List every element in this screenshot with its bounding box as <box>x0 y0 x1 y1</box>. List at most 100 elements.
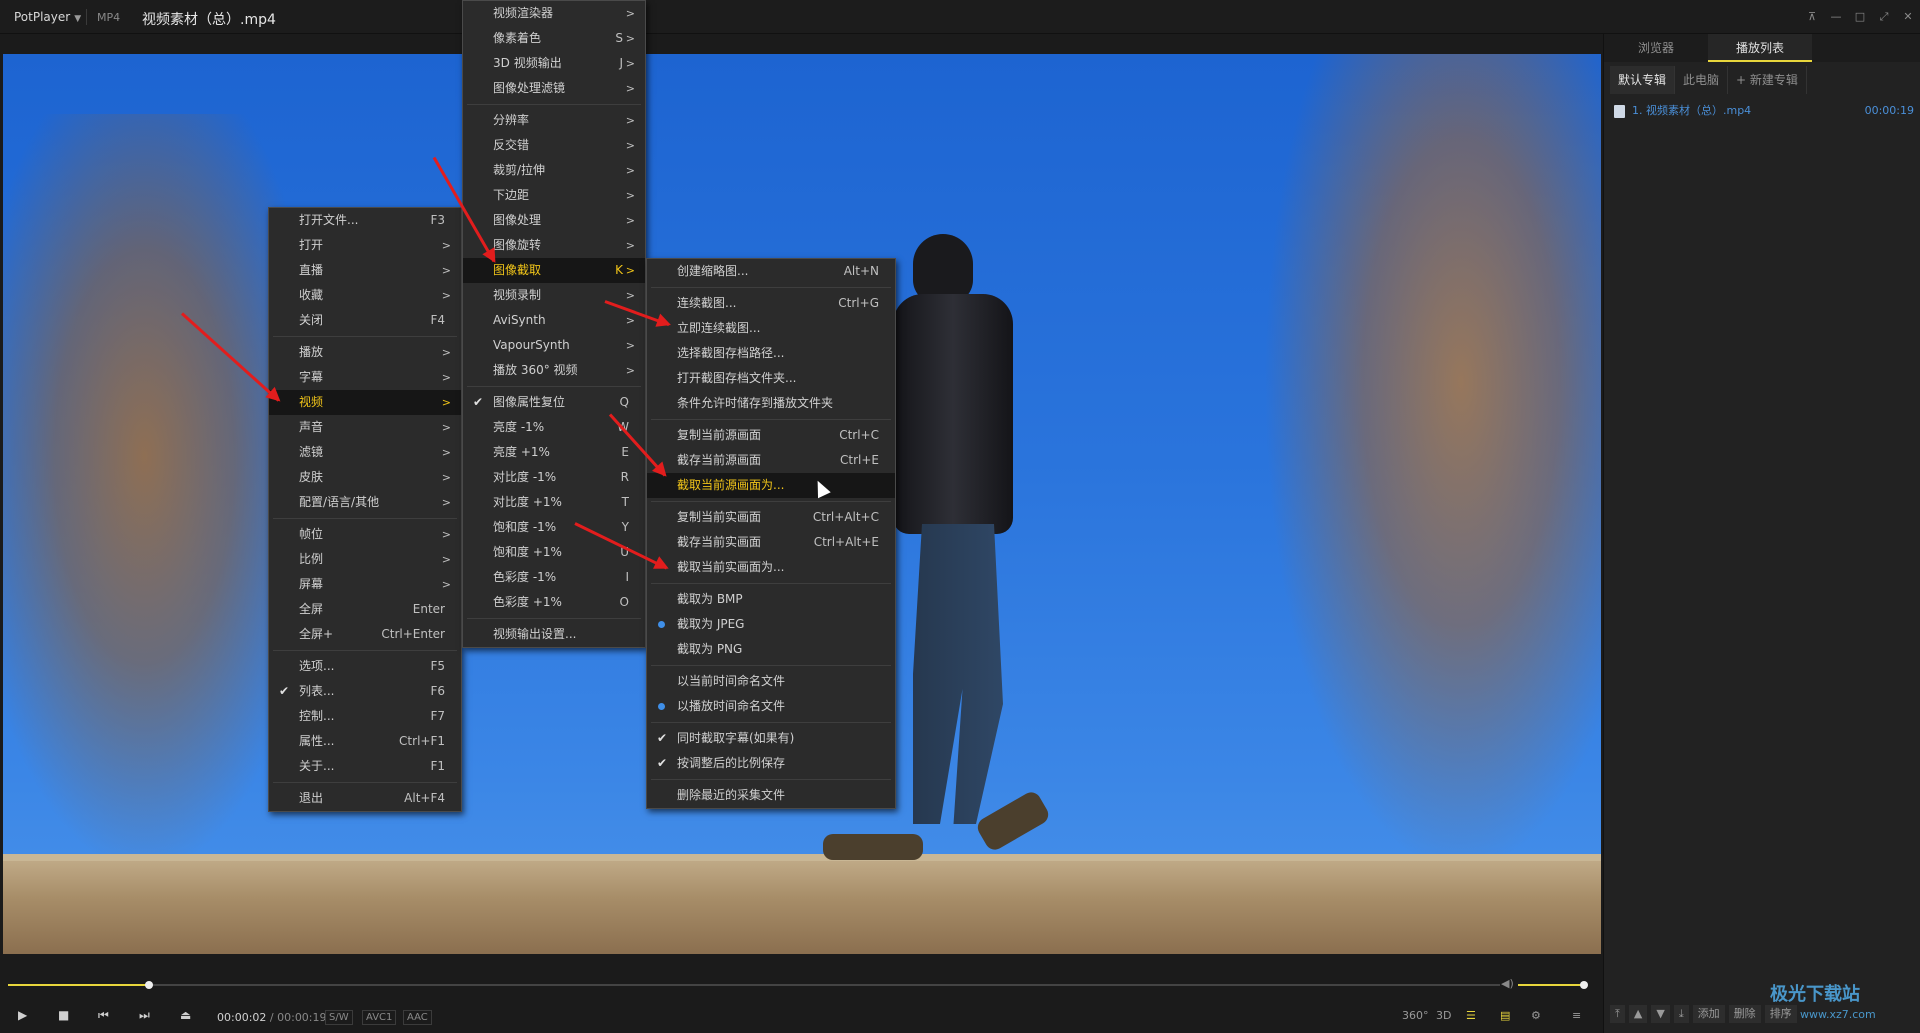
video-menu-item[interactable]: 视频渲染器 > <box>463 1 645 26</box>
video-menu-item[interactable]: 对比度 -1% R <box>463 465 645 490</box>
main-menu-item[interactable]: 声音 > <box>269 415 461 440</box>
main-menu-item[interactable]: 全屏 Enter <box>269 597 461 622</box>
main-menu-item[interactable]: 直播 > <box>269 258 461 283</box>
capture-menu-item[interactable]: ✔ 按调整后的比例保存 <box>647 751 895 776</box>
capture-menu-item[interactable]: 打开截图存档文件夹... <box>647 366 895 391</box>
video-menu-item[interactable]: 图像处理 > <box>463 208 645 233</box>
equalizer-icon[interactable]: ☰ <box>1466 1009 1476 1022</box>
move-down-icon[interactable]: ▼ <box>1651 1005 1670 1023</box>
capture-menu-item[interactable]: 以播放时间命名文件 <box>647 694 895 719</box>
move-top-icon[interactable]: ⤒ <box>1610 1005 1625 1023</box>
capture-menu-item[interactable]: 截存当前源画面 Ctrl+E <box>647 448 895 473</box>
close-icon[interactable]: ✕ <box>1896 0 1920 34</box>
eject-icon[interactable]: ⏏ <box>180 1008 191 1022</box>
video-menu-item[interactable]: 播放 360° 视频 > <box>463 358 645 383</box>
tag-audio-codec[interactable]: AAC <box>403 1010 432 1025</box>
main-menu-item[interactable]: 收藏 > <box>269 283 461 308</box>
pin-icon[interactable]: ⊼ <box>1800 0 1824 34</box>
capture-menu-item[interactable]: 截取为 BMP <box>647 587 895 612</box>
main-menu-item[interactable]: 退出 Alt+F4 <box>269 786 461 811</box>
maximize-icon[interactable]: □ <box>1848 0 1872 34</box>
tag-video-codec[interactable]: AVC1 <box>362 1010 397 1025</box>
capture-menu-item[interactable]: 创建缩略图... Alt+N <box>647 259 895 284</box>
capture-menu-item[interactable]: 复制当前源画面 Ctrl+C <box>647 423 895 448</box>
video-menu-item[interactable]: 裁剪/拉伸 > <box>463 158 645 183</box>
seek-handle[interactable] <box>145 981 154 989</box>
video-menu-item[interactable]: 亮度 -1%W <box>463 415 645 440</box>
tab-browser[interactable]: 浏览器 <box>1604 34 1708 62</box>
vr360-button[interactable]: 360° <box>1402 1009 1429 1022</box>
stop-icon[interactable]: ■ <box>58 1008 69 1022</box>
app-menu-button[interactable]: PotPlayer ▼ <box>14 10 81 24</box>
video-menu-item[interactable]: 下边距 > <box>463 183 645 208</box>
video-menu-item[interactable]: 像素着色 S > <box>463 26 645 51</box>
fullscreen-icon[interactable]: ⤢ <box>1872 0 1896 34</box>
capture-menu-item[interactable]: 截取为 JPEG <box>647 612 895 637</box>
move-up-icon[interactable]: ▲ <box>1628 1005 1648 1023</box>
capture-menu-item[interactable]: 删除最近的采集文件 <box>647 783 895 808</box>
capture-menu-item[interactable]: 截存当前实画面 Ctrl+Alt+E <box>647 530 895 555</box>
volume-handle[interactable] <box>1580 981 1588 989</box>
capture-menu-item[interactable]: 截取当前实画面为... <box>647 555 895 580</box>
seek-bar[interactable] <box>8 981 1500 989</box>
delete-button[interactable]: 删除 <box>1728 1005 1761 1023</box>
next-icon[interactable]: ⏭ <box>139 1008 150 1023</box>
3d-button[interactable]: 3D <box>1436 1009 1451 1022</box>
album-new[interactable]: + 新建专辑 <box>1728 66 1807 94</box>
video-menu-item[interactable]: 饱和度 -1% Y <box>463 515 645 540</box>
main-menu-item[interactable]: 帧位 > <box>269 522 461 547</box>
video-menu-item[interactable]: VapourSynth > <box>463 333 645 358</box>
playlist-item[interactable]: 1. 视频素材（总）.mp4 00:00:19 <box>1610 100 1916 122</box>
video-menu-item[interactable]: 反交错 > <box>463 133 645 158</box>
play-icon[interactable]: ▶ <box>18 1008 27 1022</box>
main-menu-item[interactable]: 属性... Ctrl+F1 <box>269 729 461 754</box>
video-menu-item[interactable]: 色彩度 -1% I <box>463 565 645 590</box>
main-menu-item[interactable]: 全屏+ Ctrl+Enter <box>269 622 461 647</box>
capture-menu-item[interactable]: 连续截图... Ctrl+G <box>647 291 895 316</box>
minimize-icon[interactable]: — <box>1824 0 1848 34</box>
video-menu-item[interactable]: 分辨率 > <box>463 108 645 133</box>
main-menu-item[interactable]: 控制... F7 <box>269 704 461 729</box>
main-menu-item[interactable]: 皮肤 > <box>269 465 461 490</box>
capture-menu-item[interactable]: 以当前时间命名文件 <box>647 669 895 694</box>
main-menu-item[interactable]: 滤镜 > <box>269 440 461 465</box>
main-menu-item[interactable]: 关闭 F4 <box>269 308 461 333</box>
capture-menu-item[interactable]: 选择截图存档路径... <box>647 341 895 366</box>
volume-icon[interactable]: ◀) <box>1501 977 1514 990</box>
volume-slider[interactable] <box>1518 981 1588 989</box>
main-menu-item[interactable]: ✔ 列表... F6 <box>269 679 461 704</box>
video-menu-item[interactable]: 图像处理滤镜 > <box>463 76 645 101</box>
playlist-icon[interactable]: ▤ <box>1500 1009 1510 1022</box>
capture-menu-item[interactable]: 立即连续截图... <box>647 316 895 341</box>
capture-menu-item[interactable]: 截取当前源画面为... <box>647 473 895 498</box>
album-this-pc[interactable]: 此电脑 <box>1675 66 1729 94</box>
move-bottom-icon[interactable]: ⤓ <box>1673 1005 1689 1023</box>
video-menu-item[interactable]: AviSynth > <box>463 308 645 333</box>
main-menu-item[interactable]: 关于... F1 <box>269 754 461 779</box>
video-menu-item[interactable]: 色彩度 +1% O <box>463 590 645 615</box>
add-button[interactable]: 添加 <box>1692 1005 1725 1023</box>
main-menu-item[interactable]: 比例 > <box>269 547 461 572</box>
main-menu-item[interactable]: 打开文件... F3 <box>269 208 461 233</box>
capture-menu-item[interactable]: 截取为 PNG <box>647 637 895 662</box>
capture-menu-item[interactable]: ✔ 同时截取字幕(如果有) <box>647 726 895 751</box>
previous-icon[interactable]: ⏮ <box>98 1008 109 1023</box>
video-menu-item[interactable]: ✔ 图像属性复位 Q <box>463 390 645 415</box>
album-default[interactable]: 默认专辑 <box>1610 66 1676 94</box>
tab-playlist[interactable]: 播放列表 <box>1708 34 1812 62</box>
main-menu-item[interactable]: 打开 > <box>269 233 461 258</box>
capture-menu-item[interactable]: 复制当前实画面 Ctrl+Alt+C <box>647 505 895 530</box>
menu-icon[interactable]: ≡ <box>1572 1009 1581 1022</box>
video-menu-item[interactable]: 3D 视频输出 J > <box>463 51 645 76</box>
main-menu-item[interactable]: 屏幕 > <box>269 572 461 597</box>
main-menu-item[interactable]: 配置/语言/其他 > <box>269 490 461 515</box>
video-menu-item[interactable]: 视频输出设置... <box>463 622 645 647</box>
time-display[interactable]: 00:00:02 / 00:00:19 <box>217 1011 327 1024</box>
settings-gear-icon[interactable]: ⚙ <box>1531 1009 1541 1022</box>
main-menu-item[interactable]: 选项... F5 <box>269 654 461 679</box>
video-menu-item[interactable]: 对比度 +1% T <box>463 490 645 515</box>
main-menu-item[interactable]: 视频 > <box>269 390 461 415</box>
main-menu-item[interactable]: 播放 > <box>269 340 461 365</box>
main-menu-item[interactable]: 字幕 > <box>269 365 461 390</box>
capture-menu-item[interactable]: 条件允许时储存到播放文件夹 <box>647 391 895 416</box>
